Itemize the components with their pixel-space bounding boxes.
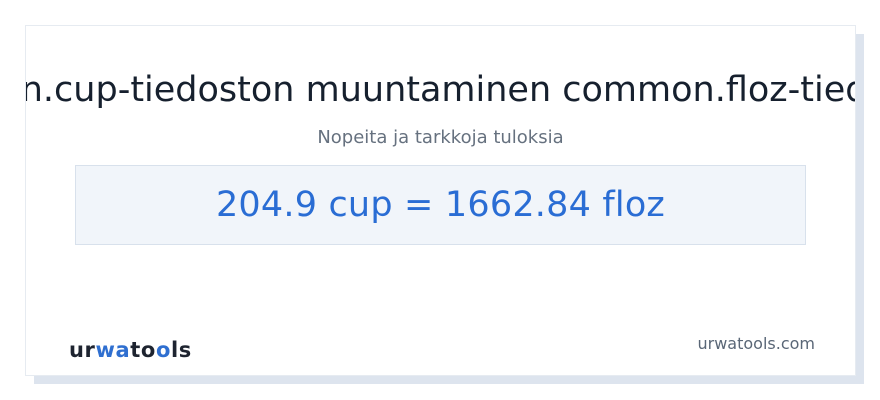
page-title: common.cup-tiedoston muuntaminen common.…	[26, 68, 855, 112]
urwatools-logo[interactable]: urwatools	[69, 338, 192, 362]
page-title-text: common.cup-tiedoston muuntaminen common.…	[25, 70, 855, 110]
result-box: 204.9 cup = 1662.84 floz	[75, 165, 806, 245]
converter-card: common.cup-tiedoston muuntaminen common.…	[25, 25, 856, 376]
site-link[interactable]: urwatools.com	[698, 334, 816, 354]
conversion-result: 204.9 cup = 1662.84 floz	[215, 185, 666, 225]
page-subtitle: Nopeita ja tarkkoja tuloksia	[317, 127, 564, 148]
